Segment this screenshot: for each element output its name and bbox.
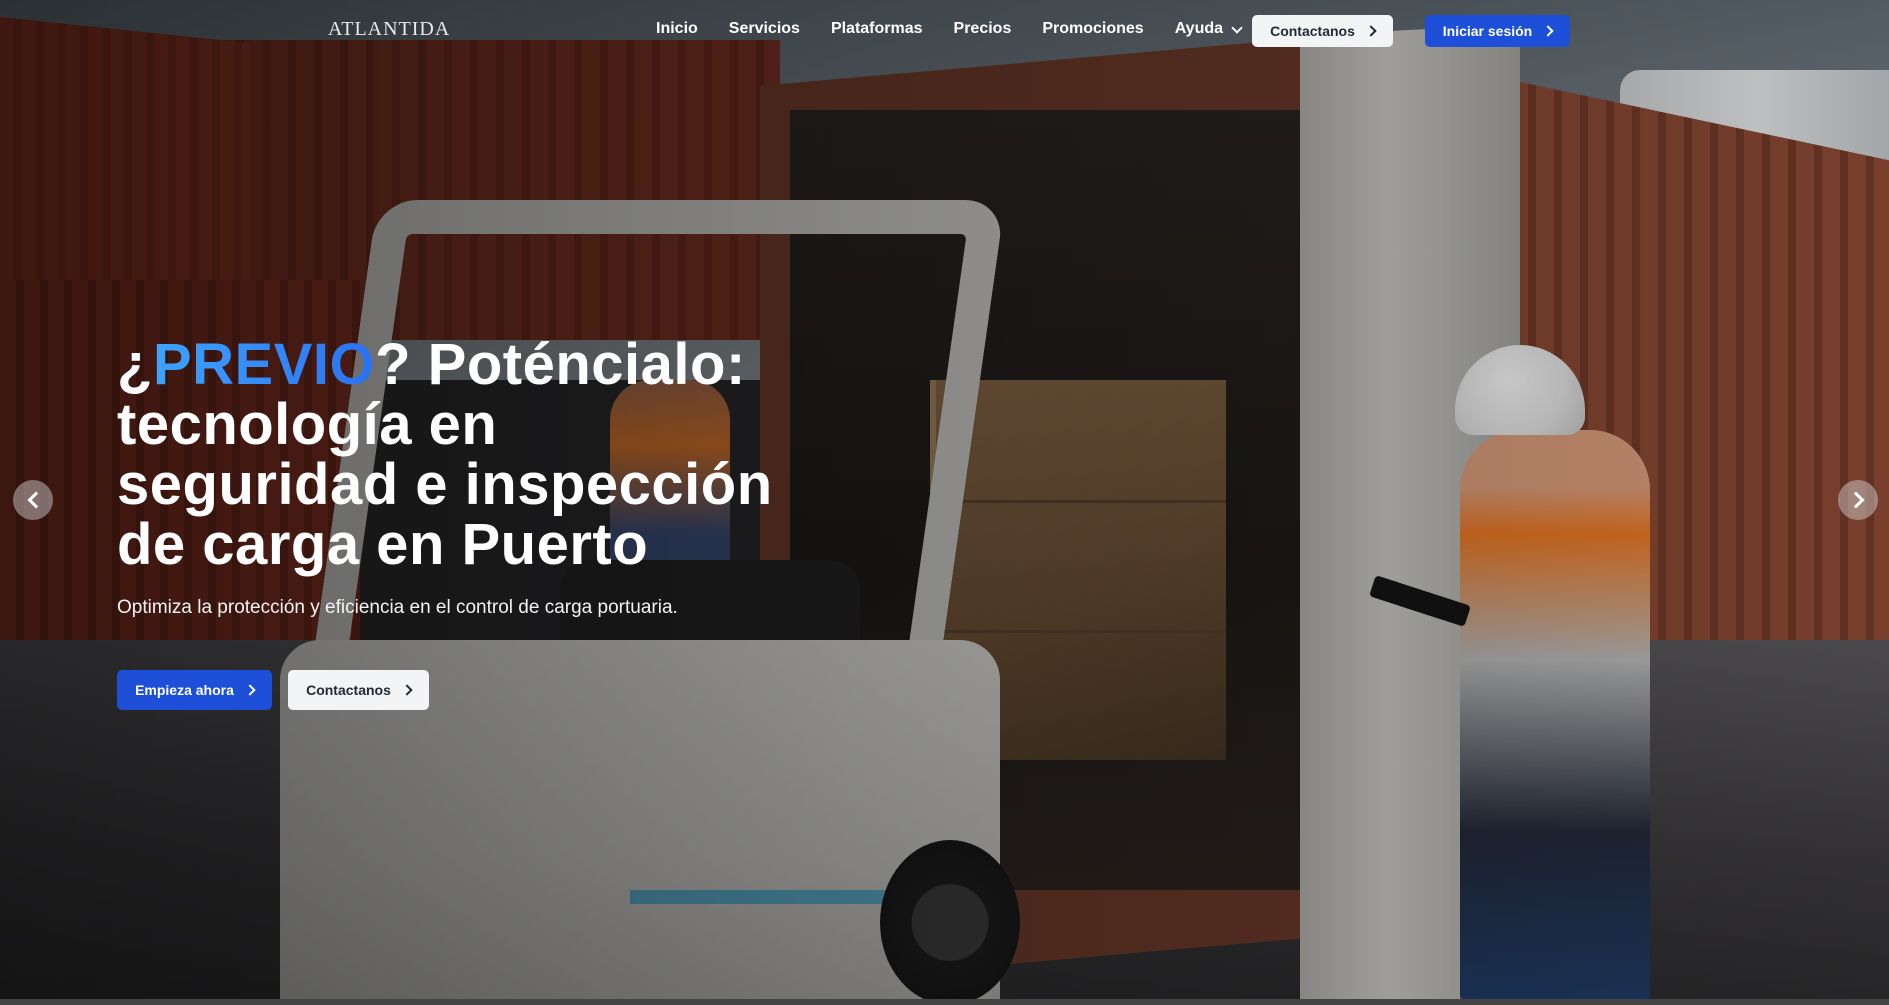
nav-item-plataformas[interactable]: Plataformas <box>831 20 923 38</box>
chevron-down-icon <box>1231 21 1243 34</box>
hero-subtitle: Optimiza la protección y eficiencia en e… <box>117 597 678 618</box>
headline-open: ¿ <box>117 332 153 397</box>
headline-line-2: tecnología en <box>117 392 498 457</box>
nav-item-servicios[interactable]: Servicios <box>729 20 800 38</box>
headline-accent: PREVIO <box>152 332 376 397</box>
nav-contact-label: Contactanos <box>1270 23 1355 39</box>
nav-contact-button[interactable]: Contactanos <box>1252 15 1393 47</box>
headline-rest: ? Poténcialo: <box>375 332 746 397</box>
carousel-prev-button[interactable] <box>13 480 53 520</box>
nav-menu: Inicio Servicios Plataformas Precios Pro… <box>656 20 1272 38</box>
chevron-right-icon <box>401 684 413 696</box>
hero-headline: ¿PREVIO? Poténcialo: tecnología en segur… <box>117 335 877 575</box>
brand-logo[interactable]: ATLANTIDA <box>328 18 450 41</box>
chevron-right-icon <box>1365 25 1377 37</box>
chevron-left-icon <box>27 491 44 509</box>
get-started-label: Empieza ahora <box>135 682 234 698</box>
hero-contact-button[interactable]: Contactanos <box>288 670 429 710</box>
nav-item-inicio[interactable]: Inicio <box>656 20 698 38</box>
headline-line-4: de carga en Puerto <box>117 512 649 577</box>
chevron-right-icon <box>1847 491 1864 509</box>
headline-line-3: seguridad e inspección <box>117 452 773 517</box>
chevron-right-icon <box>1542 25 1554 37</box>
get-started-button[interactable]: Empieza ahora <box>117 670 272 710</box>
carousel-next-button[interactable] <box>1838 480 1878 520</box>
hero-section: ATLANTIDA Inicio Servicios Plataformas P… <box>0 0 1889 1005</box>
login-button[interactable]: Iniciar sesión <box>1425 15 1570 47</box>
chevron-right-icon <box>244 684 256 696</box>
login-label: Iniciar sesión <box>1442 23 1533 39</box>
nav-item-precios[interactable]: Precios <box>954 20 1012 38</box>
nav-item-promociones[interactable]: Promociones <box>1042 20 1143 38</box>
hero-contact-label: Contactanos <box>306 682 391 698</box>
top-navbar: ATLANTIDA Inicio Servicios Plataformas P… <box>0 0 1889 62</box>
nav-item-ayuda[interactable]: Ayuda <box>1174 20 1243 38</box>
nav-item-ayuda-label: Ayuda <box>1174 20 1224 37</box>
